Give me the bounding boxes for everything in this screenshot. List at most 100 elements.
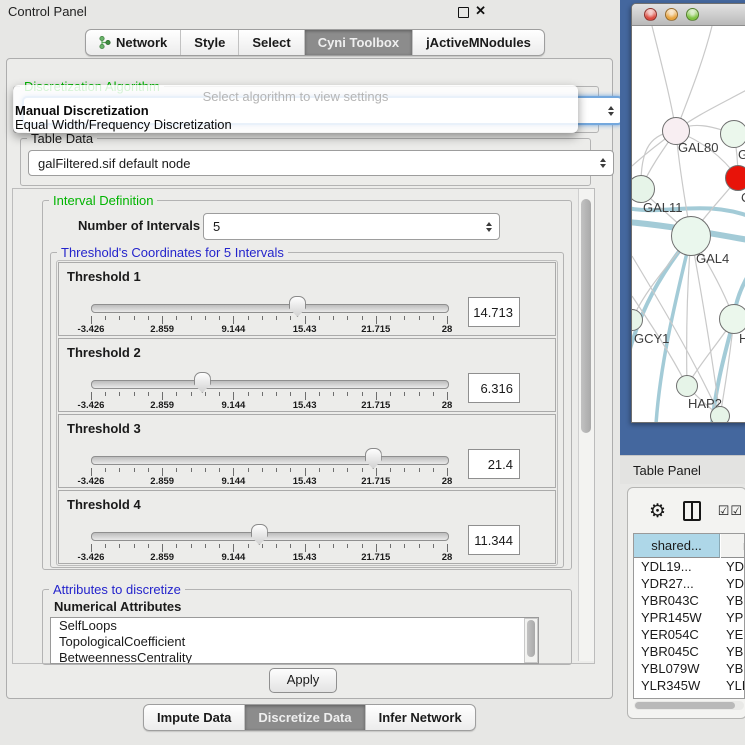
attributes-scrollbar-thumb[interactable] xyxy=(527,620,535,657)
tab-label: Cyni Toolbox xyxy=(318,35,399,50)
tick-mark xyxy=(290,544,291,548)
tab-network[interactable]: Network xyxy=(86,30,180,55)
table-row[interactable]: YER054CYER0 xyxy=(634,626,745,643)
slider-thumb[interactable] xyxy=(289,296,306,317)
node-label-gal11: GAL11 xyxy=(643,200,683,215)
attribute-item-betweennesscentrality[interactable]: BetweennessCentrality xyxy=(51,650,538,664)
tab-infer-network[interactable]: Infer Network xyxy=(365,705,475,730)
attribute-item-selfloops[interactable]: SelfLoops xyxy=(51,618,538,634)
network-icon xyxy=(99,35,111,50)
tab-label: Impute Data xyxy=(157,710,231,725)
table-row[interactable]: YBR045CYBR0 xyxy=(634,643,745,660)
tab-cyni-toolbox[interactable]: Cyni Toolbox xyxy=(304,30,412,55)
gear-icon[interactable]: ⚙ xyxy=(649,502,666,521)
slider-track[interactable] xyxy=(91,532,449,541)
tick-mark xyxy=(290,316,291,320)
table-hscrollbar-thumb[interactable] xyxy=(635,702,735,709)
table-data-group-title: Table Data xyxy=(27,131,97,146)
network-canvas[interactable]: GAL80GACGAL11GAL4GCY1HHAP2 xyxy=(632,26,745,422)
numerical-attributes-list: SelfLoopsTopologicalCoefficientBetweenne… xyxy=(50,617,539,664)
checkbox-icon[interactable]: ☑☑ xyxy=(718,503,743,519)
threshold-value-field[interactable]: 21.4 xyxy=(468,449,520,479)
attributes-scrollbar[interactable] xyxy=(524,618,538,663)
apply-button[interactable]: Apply xyxy=(269,668,337,693)
slider-track[interactable] xyxy=(91,456,449,465)
tick-label: 28 xyxy=(419,552,475,563)
tick-label: 2.859 xyxy=(134,324,190,335)
tab-select[interactable]: Select xyxy=(238,30,303,55)
slider-track[interactable] xyxy=(91,380,449,389)
cell-shared-name: YLR345W xyxy=(641,677,717,694)
popup-option-manual-discretization[interactable]: Manual Discretization xyxy=(15,103,149,117)
numerical-attributes-label: Numerical Attributes xyxy=(54,599,181,614)
attribute-item-topologicalcoefficient[interactable]: TopologicalCoefficient xyxy=(51,634,538,650)
table-row[interactable]: YLR345WYLR3 xyxy=(634,677,745,694)
settings-scrollbar-thumb[interactable] xyxy=(581,199,591,433)
zoom-traffic-light-icon[interactable] xyxy=(686,8,699,21)
column-header-shared[interactable]: shared... xyxy=(634,534,720,558)
slider-thumb[interactable] xyxy=(194,372,211,393)
tab-impute-data[interactable]: Impute Data xyxy=(144,705,244,730)
tick-mark xyxy=(219,544,220,548)
tick-mark xyxy=(419,316,420,320)
network-window: GAL80GACGAL11GAL4GCY1HHAP2 xyxy=(631,3,745,423)
table-row[interactable]: YBL079WYBL0 xyxy=(634,660,745,677)
table-data-combobox[interactable]: galFiltered.sif default node xyxy=(28,150,614,176)
tick-mark xyxy=(305,468,306,476)
tick-mark xyxy=(419,468,420,472)
node-label-gal80: GAL80 xyxy=(678,140,718,155)
network-node-h[interactable] xyxy=(719,304,745,334)
close-traffic-light-icon[interactable] xyxy=(644,8,657,21)
network-node-c[interactable] xyxy=(725,165,745,191)
columns-icon[interactable] xyxy=(683,501,701,521)
slider-thumb[interactable] xyxy=(251,524,268,545)
table-row[interactable]: YBR043CYBR0 xyxy=(634,592,745,609)
table-hscrollbar[interactable] xyxy=(634,701,744,710)
threshold-value-field[interactable]: 6.316 xyxy=(468,373,520,403)
tick-mark xyxy=(333,468,334,472)
tick-mark xyxy=(248,316,249,320)
close-icon[interactable]: ✕ xyxy=(475,3,486,19)
tick-mark xyxy=(134,392,135,396)
tick-label: 9.144 xyxy=(205,476,261,487)
tick-mark xyxy=(105,544,106,548)
network-node[interactable] xyxy=(710,406,730,422)
tick-mark xyxy=(262,468,263,472)
column-header-name[interactable]: name xyxy=(721,534,745,558)
tab-discretize-data[interactable]: Discretize Data xyxy=(244,705,364,730)
network-window-titlebar[interactable] xyxy=(632,4,745,26)
settings-scrollbar[interactable] xyxy=(578,189,594,661)
tick-label: 15.43 xyxy=(277,476,333,487)
minimize-traffic-light-icon[interactable] xyxy=(665,8,678,21)
tick-mark xyxy=(219,468,220,472)
table-row[interactable]: YDL19...YDL1 xyxy=(634,558,745,575)
tick-mark xyxy=(276,392,277,396)
table-row[interactable]: YPR145WYPR1 xyxy=(634,609,745,626)
table-toolbar: ⚙ ☑☑ xyxy=(633,494,743,528)
slider-thumb[interactable] xyxy=(365,448,382,469)
cell-shared-name: YDR27... xyxy=(641,575,717,592)
threshold-value-field[interactable]: 14.713 xyxy=(468,297,520,327)
tick-label: 28 xyxy=(419,476,475,487)
table-row[interactable]: YIL052CYIL0 xyxy=(634,694,745,699)
table-row[interactable]: YDR27...YDR2 xyxy=(634,575,745,592)
tick-mark xyxy=(276,316,277,320)
network-node-ga[interactable] xyxy=(720,120,745,148)
tick-label: 15.43 xyxy=(277,400,333,411)
tick-mark xyxy=(191,544,192,548)
threshold-value-field[interactable]: 11.344 xyxy=(468,525,520,555)
tab-jactivemnodules[interactable]: jActiveMNodules xyxy=(412,30,544,55)
num-intervals-combobox[interactable]: 5 xyxy=(203,213,500,240)
slider-track[interactable] xyxy=(91,304,449,313)
tick-mark xyxy=(447,544,448,552)
float-window-icon[interactable] xyxy=(458,7,469,18)
network-node-hap2[interactable] xyxy=(676,375,698,397)
popup-option-equal-width-frequency-discretization[interactable]: Equal Width/Frequency Discretization xyxy=(15,117,232,131)
network-node-gal4[interactable] xyxy=(671,216,711,256)
algorithm-dropdown-popup: Select algorithm to view settings Manual… xyxy=(13,85,578,133)
tab-style[interactable]: Style xyxy=(180,30,238,55)
tick-mark xyxy=(119,544,120,548)
tick-mark xyxy=(162,468,163,476)
tick-label: 28 xyxy=(419,324,475,335)
tick-mark xyxy=(91,468,92,476)
